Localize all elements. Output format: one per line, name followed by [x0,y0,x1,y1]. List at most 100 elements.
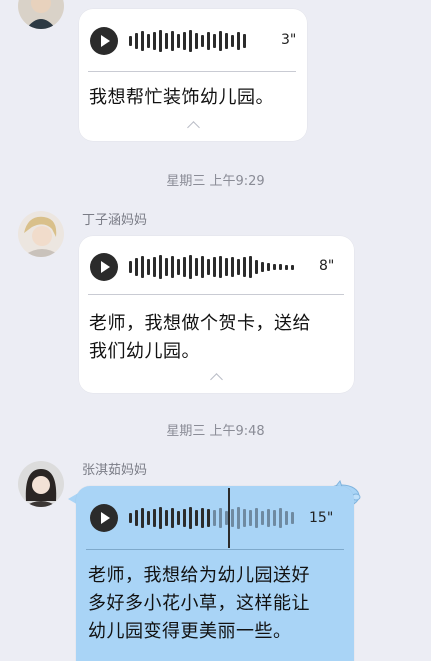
waveform-bar [201,35,204,47]
waveform-bar [267,509,270,527]
message-bubble-playing[interactable]: 15" 老师，我想给为幼儿园送好 多好多小花小草，这样能让 幼儿园变得更美丽一些… [76,486,354,661]
waveform-bar [213,510,216,526]
waveform-bar [249,256,252,278]
waveform-bar [159,255,162,279]
waveform-bar [141,31,144,51]
waveform-bar [129,261,132,273]
waveform-bar [237,259,240,275]
waveform-bar [273,510,276,526]
waveform-bar [243,509,246,527]
waveform-bar [273,264,276,270]
waveform-bar [195,258,198,276]
avatar[interactable] [18,211,64,257]
message-text: 老师，我想给为幼儿园送好 多好多小花小草，这样能让 幼儿园变得更美丽一些。 [88,565,310,642]
waveform-bar [261,262,264,272]
waveform-bar [165,258,168,276]
waveform-bar [219,508,222,528]
message-bubble[interactable]: 8" 老师，我想做个贺卡，送给 我们幼儿园。 [79,236,354,393]
waveform-bar [153,32,156,50]
message-bubble[interactable]: 3" 我想帮忙装饰幼儿园。 [79,9,307,141]
waveform-bar [189,30,192,52]
waveform-bar [213,34,216,48]
waveform-bar [135,510,138,526]
sender-name: 张淇茹妈妈 [82,463,148,478]
timestamp: 星期三 上午9:48 [166,424,265,439]
waveform-bar [153,509,156,527]
waveform-bar [285,264,288,270]
waveform-bar [135,258,138,276]
divider [86,549,344,550]
waveform-bar [219,31,222,51]
waveform-bar [237,507,240,529]
play-icon[interactable] [90,253,118,281]
waveform-bar [165,33,168,49]
waveform-bar [231,257,234,277]
waveform-icon [129,255,294,279]
waveform-bar [201,256,204,278]
waveform-bar [249,510,252,526]
play-icon[interactable] [90,504,118,532]
waveform-bar [135,33,138,49]
chevron-up-icon[interactable] [187,121,200,134]
waveform-bar [159,507,162,529]
waveform-bar [183,32,186,50]
divider [88,71,296,72]
message-text: 老师，我想做个贺卡，送给 我们幼儿园。 [89,313,311,362]
waveform-bar [171,508,174,528]
waveform-bar [165,510,168,526]
waveform-bar [261,511,264,525]
waveform-bar [219,256,222,278]
message-text: 我想帮忙装饰幼儿园。 [89,87,274,108]
waveform-bar [237,32,240,50]
waveform-bar [201,508,204,528]
sender-name: 丁子涵妈妈 [82,213,148,228]
waveform-bar [231,509,234,527]
waveform-bar [195,510,198,526]
voice-duration: 15" [309,510,334,526]
waveform-bar [171,31,174,51]
waveform-bar [213,257,216,277]
waveform-bar [285,511,288,525]
waveform-bar [279,264,282,270]
avatar[interactable] [18,461,64,507]
waveform-bar [255,260,258,274]
waveform-bar [147,34,150,48]
chevron-up-icon[interactable] [210,373,223,386]
waveform-bar [147,511,150,525]
voice-duration: 3" [281,32,297,48]
divider [88,294,344,295]
waveform-bar [267,263,270,271]
waveform-bar [291,512,294,524]
waveform-bar [225,33,228,49]
timestamp: 星期三 上午9:29 [166,174,265,189]
waveform-bar [177,34,180,48]
waveform-bar [189,255,192,279]
avatar[interactable] [18,0,64,29]
waveform-bar [279,508,282,528]
waveform-icon [129,506,294,530]
waveform-bar [225,258,228,276]
waveform-bar [231,35,234,47]
play-icon[interactable] [90,27,118,55]
waveform-bar [141,508,144,528]
waveform-bar [141,256,144,278]
waveform-icon [129,29,246,53]
waveform-bar [207,509,210,527]
waveform-bar [195,33,198,49]
waveform-bar [171,256,174,278]
waveform-bar [207,32,210,50]
waveform-bar [291,264,294,270]
waveform-bar [255,508,258,528]
waveform-bar [183,509,186,527]
waveform-bar [189,507,192,529]
voice-duration: 8" [319,258,335,274]
waveform-bar [147,259,150,275]
waveform-bar [129,513,132,523]
waveform-bar [243,257,246,277]
waveform-bar [183,257,186,277]
waveform-bar [207,259,210,275]
waveform-bar [129,36,132,46]
waveform-bar [153,257,156,277]
waveform-bar [243,34,246,48]
waveform-bar [177,511,180,525]
